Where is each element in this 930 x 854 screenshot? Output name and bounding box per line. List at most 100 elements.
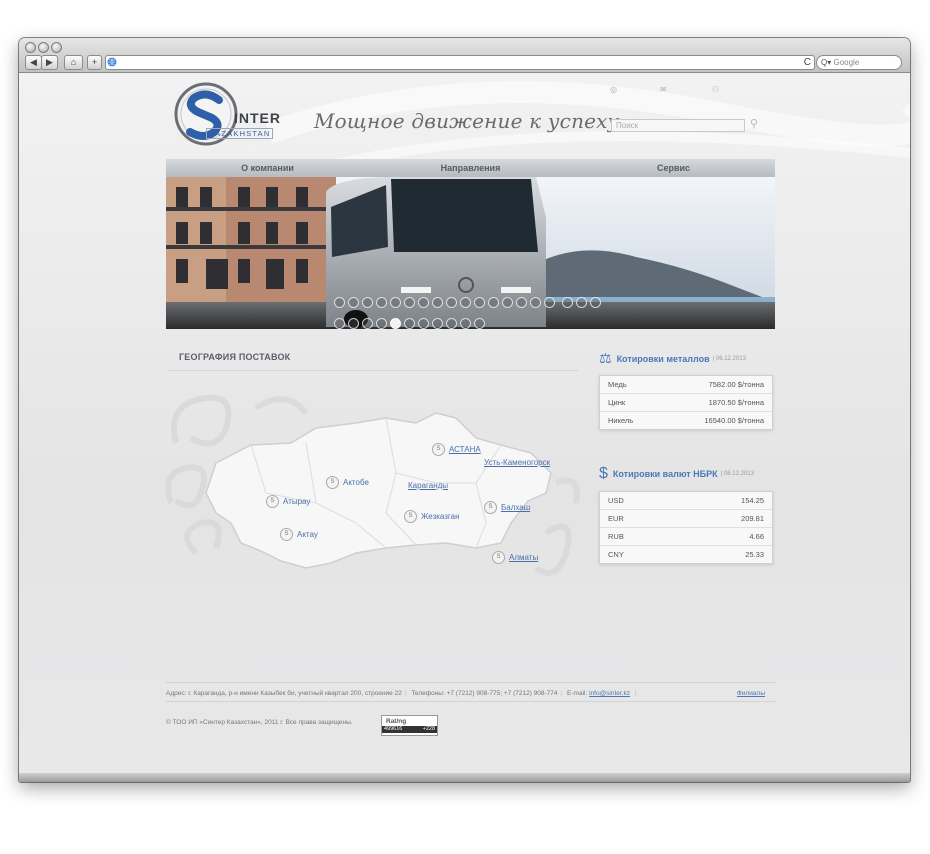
- menu-item-service[interactable]: Сервис: [572, 159, 775, 177]
- city-ust-kamenogorsk[interactable]: Усть-Каменогорск: [484, 458, 550, 467]
- currency-panel-title: $ Котировки валют НБРК | 06.12.2013: [599, 465, 754, 482]
- table-row: Медь 7582.00 $/тонна: [608, 380, 764, 389]
- table-row: Цинк 1870.50 $/тонна: [600, 393, 772, 411]
- browser-titlebar: ◀ ▶ ⌂ + C Q▾ Google: [19, 38, 910, 73]
- city-almaty[interactable]: S Алматы: [492, 551, 538, 564]
- sitemap-icon[interactable]: ⚇: [712, 85, 719, 94]
- browser-search-field[interactable]: Q▾ Google: [816, 55, 902, 70]
- city-marker-icon: S: [326, 476, 339, 489]
- table-row: USD 154.25: [608, 496, 764, 505]
- copyright: © ТОО ИП «Синтер Казахстан», 2011 г. Все…: [166, 719, 353, 726]
- hero-banner: [166, 177, 775, 329]
- minimize-window-button[interactable]: [38, 42, 49, 53]
- reload-icon[interactable]: C: [804, 56, 811, 69]
- city-zhezkazgan[interactable]: S Жезказган: [404, 510, 460, 523]
- slider-dot[interactable]: [334, 297, 345, 308]
- slider-dot[interactable]: [460, 297, 471, 308]
- slider-dot[interactable]: [562, 297, 574, 308]
- footer-email-label: E-mail:: [567, 690, 588, 697]
- currency-table: USD 154.25 EUR 209.81 RUB 4.66 CNY 25.33: [599, 491, 773, 564]
- slogan: Мощное движение к успеху: [314, 109, 620, 133]
- slider-dot[interactable]: [576, 297, 588, 308]
- city-balkhash[interactable]: S Балхаш: [484, 501, 530, 514]
- logo-text: INTER: [234, 110, 281, 126]
- slider-dot[interactable]: [390, 297, 401, 308]
- table-row: EUR 209.81: [600, 509, 772, 527]
- table-row: CNY 25.33: [600, 545, 772, 563]
- table-row: Никель 16540.00 $/тонна: [600, 411, 772, 429]
- search-icon: Q▾: [821, 58, 832, 67]
- back-button[interactable]: ◀: [25, 55, 42, 70]
- city-astana[interactable]: S АСТАНА: [432, 443, 481, 456]
- city-marker-icon: S: [492, 551, 505, 564]
- branches-link[interactable]: Филиалы: [737, 690, 765, 697]
- forward-button[interactable]: ▶: [41, 55, 58, 70]
- globe-icon: [107, 57, 117, 67]
- footer-contacts: Адрес: г. Караганда, р-н имени Казыбек б…: [166, 690, 765, 697]
- table-row: RUB 4.66: [600, 527, 772, 545]
- city-karaganda[interactable]: Караганды: [408, 481, 448, 490]
- slider-dot[interactable]: [544, 297, 555, 308]
- footer-phones: Телефоны: +7 (7212) 908-775; +7 (7212) 9…: [411, 690, 558, 697]
- slider-dot[interactable]: [488, 297, 499, 308]
- slider-dot[interactable]: [418, 297, 429, 308]
- browser-window: ◀ ▶ ⌂ + C Q▾ Google INTER KAZAKHSTAN Мощ…: [19, 38, 910, 782]
- geography-title: ГЕОГРАФИЯ ПОСТАВОК: [179, 352, 291, 362]
- slider-dot[interactable]: [502, 297, 513, 308]
- logo-subtitle: KAZAKHSTAN: [206, 128, 274, 139]
- menu-item-about[interactable]: О компании: [166, 159, 369, 177]
- slider-dots: [334, 297, 614, 329]
- ornament-and-map-image: [165, 394, 580, 576]
- slider-dot[interactable]: [404, 297, 415, 308]
- divider: [168, 370, 578, 371]
- city-marker-icon: S: [280, 528, 293, 541]
- url-bar[interactable]: C: [105, 55, 815, 70]
- site-search-input[interactable]: Поиск: [611, 119, 745, 132]
- slider-dot[interactable]: [530, 297, 541, 308]
- main-menu: О компании Направления Сервис: [166, 159, 775, 177]
- currency-date: | 06.12.2013: [720, 471, 754, 477]
- home-icon[interactable]: ◎: [610, 85, 617, 94]
- city-marker-icon: S: [432, 443, 445, 456]
- footer-address: Адрес: г. Караганда, р-н имени Казыбек б…: [166, 690, 402, 697]
- city-marker-icon: S: [266, 495, 279, 508]
- city-atyrau[interactable]: S Атырау: [266, 495, 310, 508]
- slider-dot[interactable]: [446, 297, 457, 308]
- metals-table: Медь 7582.00 $/тонна Цинк 1870.50 $/тонна …: [599, 375, 773, 430]
- web-page: INTER KAZAKHSTAN Мощное движение к успех…: [19, 73, 910, 773]
- footer-divider: [166, 701, 775, 702]
- scales-icon: ⚖: [599, 350, 612, 366]
- close-window-button[interactable]: [25, 42, 36, 53]
- browser-search-placeholder: Google: [833, 58, 860, 67]
- menu-item-directions[interactable]: Направления: [369, 159, 572, 177]
- kazakhstan-map: S АСТАНА Усть-Каменогорск S Актобе Караган…: [156, 383, 586, 613]
- slider-dot[interactable]: [474, 297, 485, 308]
- slider-dot[interactable]: [590, 297, 602, 308]
- city-marker-icon: S: [484, 501, 497, 514]
- slider-dot[interactable]: [516, 297, 527, 308]
- slider-dot[interactable]: [432, 297, 443, 308]
- slider-dot[interactable]: [376, 297, 387, 308]
- city-aktobe[interactable]: S Актобе: [326, 476, 369, 489]
- search-icon[interactable]: ⚲: [750, 117, 758, 130]
- footer-divider: [166, 682, 775, 683]
- metals-date: | 06.12.2013: [712, 355, 746, 362]
- mail-icon[interactable]: ✉: [660, 85, 667, 94]
- zoom-window-button[interactable]: [51, 42, 62, 53]
- counter-today: +228: [422, 726, 435, 732]
- city-aktau[interactable]: S Актау: [280, 528, 318, 541]
- rating-counter[interactable]: Rat/ng 499616 +228: [381, 715, 438, 736]
- slider-dot[interactable]: [362, 297, 373, 308]
- main-content: ГЕОГРАФИЯ ПОСТАВОК S АСТАНА Усть-Каменог…: [156, 328, 788, 628]
- city-marker-icon: S: [404, 510, 417, 523]
- add-bookmark-button[interactable]: +: [87, 55, 102, 70]
- dollar-icon: $: [599, 465, 608, 482]
- counter-total: 499616: [384, 726, 403, 732]
- home-button[interactable]: ⌂: [64, 55, 83, 70]
- footer-email-link[interactable]: info@sinter.kz: [589, 690, 630, 697]
- metals-panel-title: ⚖ Котировки металлов | 06.12.2013: [599, 350, 746, 366]
- slider-dot[interactable]: [348, 297, 359, 308]
- site-logo[interactable]: INTER KAZAKHSTAN: [174, 78, 294, 150]
- counter-logo: Rat/ng: [386, 718, 407, 725]
- browser-bottom-bar: [19, 773, 910, 782]
